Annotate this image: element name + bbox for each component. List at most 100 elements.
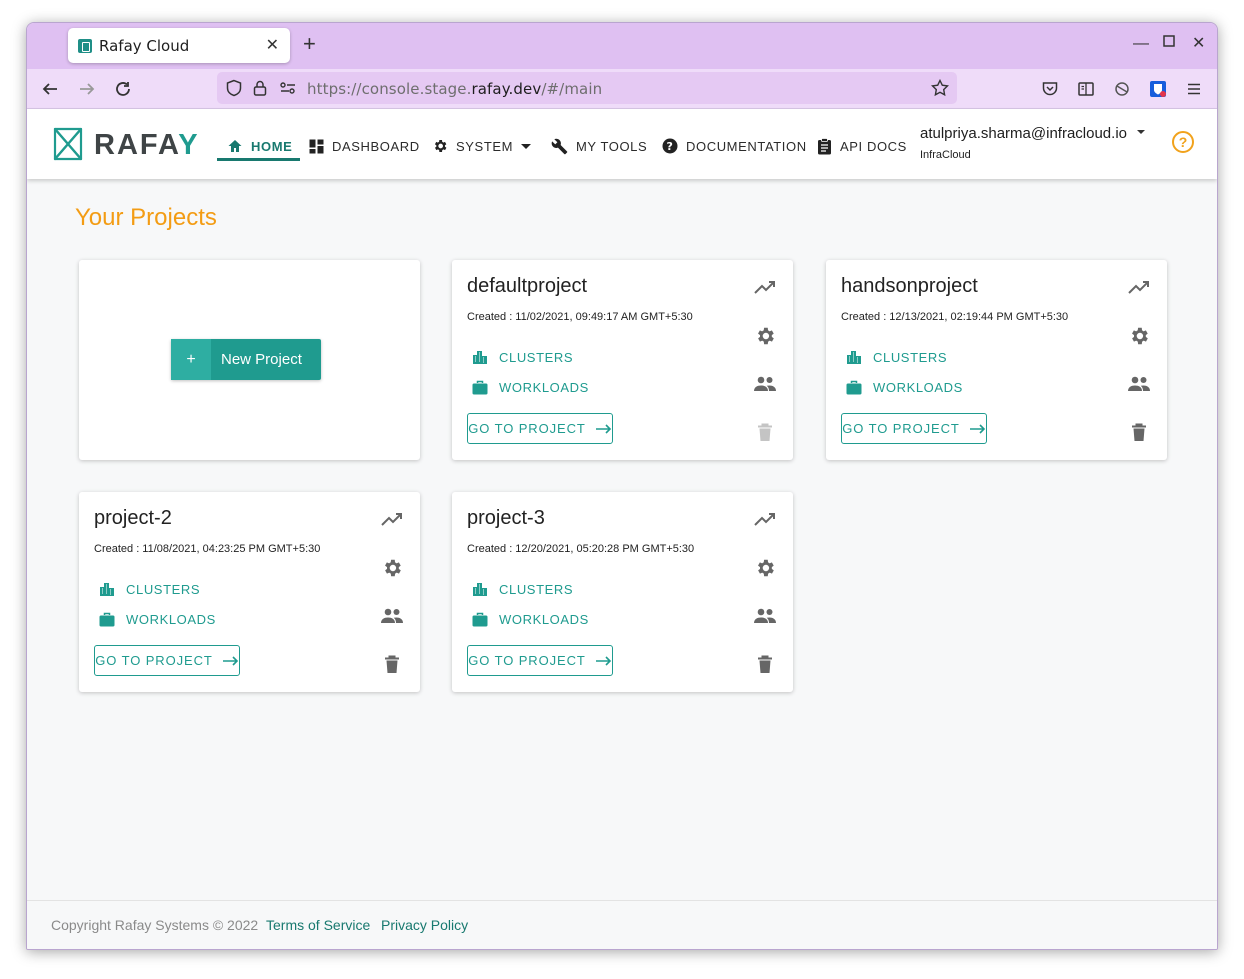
go-to-project-label: GO TO PROJECT (468, 653, 586, 668)
project-name: defaultproject (467, 275, 588, 297)
project-created-date: Created : 11/08/2021, 04:23:25 PM GMT+5:… (94, 543, 321, 555)
close-window-icon[interactable]: ✕ (1192, 35, 1205, 53)
chevron-down-icon (521, 143, 532, 149)
forward-arrow-icon[interactable] (76, 78, 98, 100)
user-email[interactable]: atulpriya.sharma@infracloud.io (920, 125, 1127, 142)
go-to-project-button[interactable]: GO TO PROJECT (467, 645, 613, 676)
users-icon[interactable] (753, 372, 777, 396)
nav-my-tools[interactable]: MY TOOLS (551, 135, 647, 157)
gear-icon (434, 140, 447, 152)
reader-view-icon[interactable] (1075, 78, 1097, 100)
nav-documentation-label: DOCUMENTATION (686, 138, 807, 154)
maximize-icon[interactable] (1163, 34, 1175, 52)
plus-icon: + (171, 339, 211, 380)
user-menu-caret-icon[interactable] (1137, 130, 1145, 134)
clusters-link[interactable]: CLUSTERS (846, 349, 947, 365)
trending-up-icon[interactable] (753, 508, 777, 532)
help-icon[interactable]: ? (1172, 131, 1194, 153)
nav-system[interactable]: SYSTEM (432, 135, 532, 157)
footer-copyright: Copyright Rafay Systems © 2022 (51, 917, 259, 933)
nav-documentation[interactable]: ? DOCUMENTATION (662, 135, 807, 157)
terms-of-service-link[interactable]: Terms of Service (266, 917, 370, 933)
workloads-link[interactable]: WORKLOADS (472, 612, 589, 627)
lock-icon[interactable] (252, 79, 268, 102)
briefcase-icon (472, 380, 488, 395)
dashboard-icon (309, 139, 324, 153)
clusters-link[interactable]: CLUSTERS (99, 581, 200, 597)
nav-dashboard[interactable]: DASHBOARD (309, 135, 420, 157)
clusters-label: CLUSTERS (499, 581, 574, 597)
back-arrow-icon[interactable] (39, 78, 61, 100)
workloads-label: WORKLOADS (499, 612, 589, 627)
users-icon[interactable] (753, 604, 777, 628)
briefcase-icon (99, 612, 115, 627)
tab-close-icon[interactable]: ✕ (266, 35, 279, 55)
project-name: project-3 (467, 507, 545, 529)
clipboard-icon (818, 137, 831, 154)
url-domain: rafay.dev (471, 80, 542, 98)
permissions-icon[interactable] (279, 80, 297, 101)
delete-trash-icon[interactable] (380, 652, 404, 676)
clusters-link[interactable]: CLUSTERS (472, 581, 573, 597)
url-prefix: https://console.stage. (307, 80, 472, 98)
settings-gear-icon[interactable] (753, 324, 777, 348)
tab-title: Rafay Cloud (99, 36, 190, 55)
url-suffix: /#/main (541, 80, 603, 98)
go-to-project-label: GO TO PROJECT (842, 421, 960, 436)
nav-my-tools-label: MY TOOLS (576, 138, 648, 154)
users-icon[interactable] (1127, 372, 1151, 396)
trending-up-icon[interactable] (380, 508, 404, 532)
settings-gear-icon[interactable] (1127, 324, 1151, 348)
logo-text-accent: Y (178, 129, 200, 161)
clusters-label: CLUSTERS (873, 349, 948, 365)
go-to-project-label: GO TO PROJECT (95, 653, 213, 668)
settings-gear-icon[interactable] (753, 556, 777, 580)
bookmark-star-icon[interactable] (930, 78, 950, 102)
workloads-link[interactable]: WORKLOADS (99, 612, 216, 627)
new-tab-icon[interactable]: + (303, 33, 316, 55)
footer: Copyright Rafay Systems © 2022 Terms of … (27, 900, 1217, 949)
project-created-date: Created : 12/20/2021, 05:20:28 PM GMT+5:… (467, 543, 695, 555)
trending-up-icon[interactable] (1127, 276, 1151, 300)
app-header: RAFAY HOME DASHBOARD SYSTEM MY TOOLS ? D… (27, 109, 1217, 179)
shield-icon[interactable] (225, 79, 243, 102)
browser-tab[interactable]: Rafay Cloud ✕ (68, 28, 290, 63)
workloads-label: WORKLOADS (873, 380, 963, 395)
arrow-right-icon (969, 423, 985, 434)
browser-window: Rafay Cloud ✕ + — ✕ https://console.stag… (26, 22, 1218, 950)
workloads-link[interactable]: WORKLOADS (846, 380, 963, 395)
go-to-project-button[interactable]: GO TO PROJECT (841, 413, 987, 444)
minimize-icon[interactable]: — (1133, 35, 1149, 53)
trending-up-icon[interactable] (753, 276, 777, 300)
nav-home[interactable]: HOME (227, 135, 292, 157)
workloads-link[interactable]: WORKLOADS (472, 380, 589, 395)
nav-api-docs[interactable]: API DOCS (817, 135, 907, 157)
page-title: Your Projects (75, 204, 217, 231)
delete-trash-icon[interactable] (1127, 420, 1151, 444)
briefcase-icon (846, 380, 862, 395)
extension-icon[interactable] (1111, 78, 1133, 100)
clusters-link[interactable]: CLUSTERS (472, 349, 573, 365)
workloads-label: WORKLOADS (126, 612, 216, 627)
nav-system-label: SYSTEM (456, 138, 514, 154)
rafay-logo-text[interactable]: RAFAY (94, 129, 200, 162)
settings-gear-icon[interactable] (380, 556, 404, 580)
delete-trash-icon[interactable] (753, 652, 777, 676)
hamburger-menu-icon[interactable] (1183, 78, 1205, 100)
url-text[interactable]: https://console.stage.rafay.dev/#/main (307, 80, 602, 98)
briefcase-icon (472, 612, 488, 627)
rafay-favicon-icon (78, 38, 92, 53)
clusters-icon (100, 583, 114, 596)
new-project-button[interactable]: + New Project (171, 339, 321, 380)
url-bar[interactable]: https://console.stage.rafay.dev/#/main (217, 72, 957, 104)
pocket-icon[interactable] (1039, 78, 1061, 100)
go-to-project-button[interactable]: GO TO PROJECT (94, 645, 240, 676)
svg-text:?: ? (667, 140, 674, 153)
rafay-logo-icon[interactable] (52, 126, 84, 167)
user-org: InfraCloud (920, 149, 971, 161)
users-icon[interactable] (380, 604, 404, 628)
go-to-project-button[interactable]: GO TO PROJECT (467, 413, 613, 444)
privacy-policy-link[interactable]: Privacy Policy (381, 917, 468, 933)
reload-icon[interactable] (112, 78, 134, 100)
bitwarden-icon[interactable] (1147, 78, 1169, 100)
